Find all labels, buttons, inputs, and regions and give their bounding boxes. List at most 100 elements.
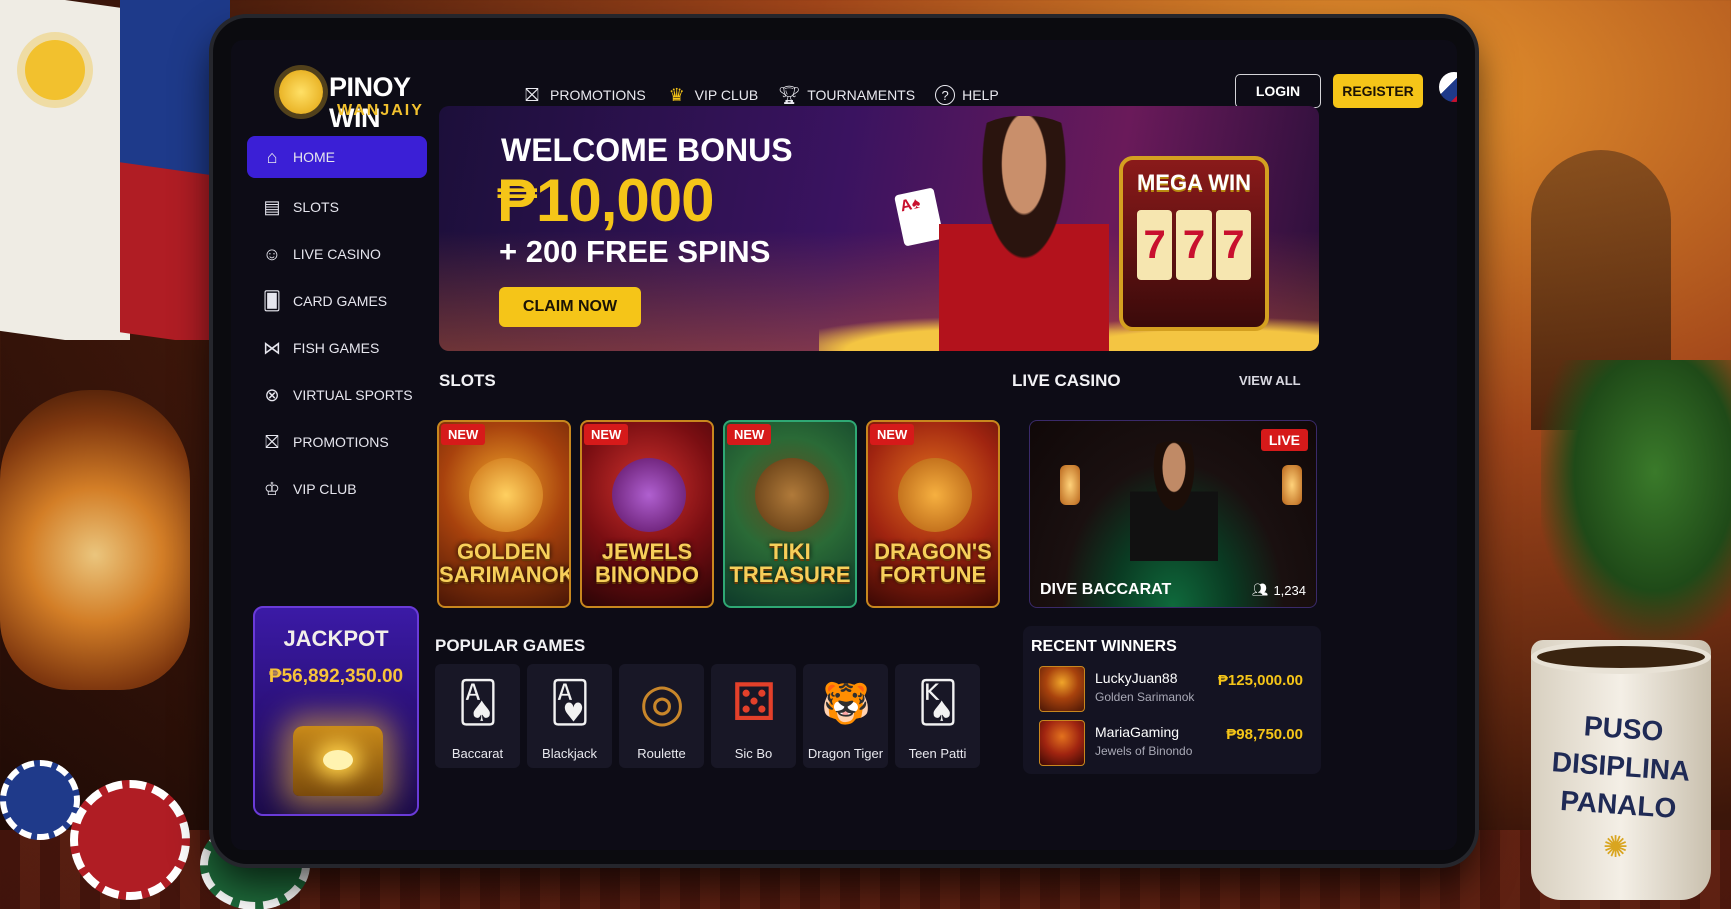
slot-card-golden-sarimanok[interactable]: NEW GOLDEN SARIMANOK — [437, 420, 571, 608]
banner-heading: WELCOME BONUS — [501, 132, 793, 168]
claim-now-button[interactable]: CLAIM NOW — [499, 287, 641, 327]
slot-name: DRAGON'S FORTUNE — [868, 540, 998, 586]
new-badge: NEW — [870, 424, 915, 445]
nav-tournaments[interactable]: 🏆︎ TOURNAMENTS — [778, 84, 915, 106]
winner-username: LuckyJuan88 — [1095, 670, 1178, 686]
sidebar-item-fish-games[interactable]: ⋈ FISH GAMES — [247, 325, 427, 371]
dealer-image — [1130, 441, 1218, 561]
slot-name-line1: JEWELS — [601, 539, 693, 564]
game-card-roulette[interactable]: ◎ Roulette — [619, 664, 704, 768]
sidebar: ⌂ HOME ▤ SLOTS ☺ LIVE CASINO 🂠 CARD GAME… — [247, 136, 427, 816]
winner-username: MariaGaming — [1095, 724, 1180, 740]
ball-icon: ⊗ — [264, 384, 280, 405]
winner-row[interactable]: LuckyJuan88 Golden Sarimanok ₱125,000.00 — [1039, 666, 1311, 714]
coffee-mug-decoration: PUSO DISIPLINA PANALO ✺ — [1531, 640, 1711, 900]
users-icon: 👥︎ — [1251, 582, 1269, 597]
slot-machine-image: MEGA WIN 7 7 7 — [1119, 156, 1269, 331]
slot-card-tiki-treasure[interactable]: NEW TIKI TREASURE — [723, 420, 857, 608]
slot-card-jewels-of-binondo[interactable]: NEW JEWELS BINONDO — [580, 420, 714, 608]
game-card-dragon-tiger[interactable]: 🐯 Dragon Tiger — [803, 664, 888, 768]
nav-vip-club[interactable]: ♛ VIP CLUB — [666, 84, 759, 106]
sidebar-item-card-games[interactable]: 🂠 CARD GAMES — [247, 278, 427, 324]
nav-help[interactable]: ? HELP — [935, 84, 999, 106]
sidebar-item-vip-club[interactable]: ♔ VIP CLUB — [247, 466, 427, 512]
game-card-sic-bo[interactable]: ⚄ Sic Bo — [711, 664, 796, 768]
trophy-icon: 🏆︎ — [777, 84, 801, 105]
slot-name-line1: TIKI — [769, 539, 811, 564]
logo[interactable]: PINOY WIN WANJAIY — [279, 70, 449, 133]
crown-icon: ♔ — [263, 478, 281, 499]
sidebar-item-promotions[interactable]: ⛝ PROMOTIONS — [247, 419, 427, 465]
live-casino-card[interactable]: LIVE DIVE BACCARAT 👥︎ 1,234 — [1029, 420, 1317, 608]
winner-row[interactable]: MariaGaming Jewels of Binondo ₱98,750.00 — [1039, 720, 1311, 768]
jackpot-amount: ₱56,892,350.00 — [268, 666, 404, 687]
philippine-flag-decoration — [0, 0, 230, 340]
crown-icon: ♛ — [668, 84, 685, 105]
view-all-link[interactable]: VIEW ALL — [1239, 373, 1301, 388]
slot-name-line2: BINONDO — [595, 562, 699, 587]
recent-winners-title: RECENT WINNERS — [1031, 638, 1177, 655]
philippines-flag-icon — [1439, 72, 1457, 102]
lamp-icon — [1282, 465, 1302, 505]
lantern-decoration — [0, 390, 190, 690]
game-card-baccarat[interactable]: 🂡 Baccarat — [435, 664, 520, 768]
new-badge: NEW — [727, 424, 772, 445]
welcome-bonus-banner[interactable]: WELCOME BONUS ₱10,000 + 200 FREE SPINS C… — [439, 106, 1319, 351]
nav-label: HELP — [962, 87, 999, 103]
mega-win-label: MEGA WIN — [1136, 170, 1252, 195]
player-count-value: 1,234 — [1273, 582, 1306, 598]
nav-promotions[interactable]: ⛝ PROMOTIONS — [521, 84, 646, 106]
hostess-image — [939, 116, 1109, 351]
register-button[interactable]: REGISTER — [1333, 74, 1423, 108]
live-badge: LIVE — [1260, 429, 1308, 451]
player-count: 👥︎ 1,234 — [1252, 582, 1306, 598]
home-icon: ⌂ — [266, 146, 278, 167]
sidebar-item-label: FISH GAMES — [293, 340, 380, 356]
sidebar-item-slots[interactable]: ▤ SLOTS — [247, 184, 427, 230]
game-label: Sic Bo — [734, 746, 773, 761]
nav-label: VIP CLUB — [694, 87, 759, 103]
banner-free-spins: + 200 FREE SPINS — [499, 234, 771, 269]
sidebar-item-virtual-sports[interactable]: ⊗ VIRTUAL SPORTS — [247, 372, 427, 418]
sidebar-item-label: VIRTUAL SPORTS — [293, 387, 413, 403]
slot-name: JEWELS BINONDO — [582, 540, 712, 586]
jackpot-panel[interactable]: JACKPOT ₱56,892,350.00 — [253, 606, 419, 816]
game-thumbnail — [1039, 666, 1085, 712]
live-casino-section-title: LIVE CASINO — [1012, 371, 1121, 390]
slots-grid: NEW GOLDEN SARIMANOK NEW JEWELS BINONDO … — [437, 420, 1000, 608]
language-selector[interactable]: EN ⌄ — [1439, 72, 1457, 102]
new-badge: NEW — [441, 424, 486, 445]
reel: 7 — [1176, 210, 1212, 280]
slot-name-line2: FORTUNE — [879, 562, 987, 587]
jewel-icon — [612, 458, 686, 532]
tiki-mask-icon — [755, 458, 829, 532]
sidebar-item-label: CARD GAMES — [293, 293, 388, 309]
new-badge: NEW — [584, 424, 629, 445]
banner-amount: ₱10,000 — [497, 167, 715, 234]
sidebar-item-label: VIP CLUB — [293, 481, 357, 497]
popular-games-row: 🂡 Baccarat 🂱 Blackjack ◎ Roulette ⚄ Sic … — [435, 664, 980, 768]
winner-amount: ₱125,000.00 — [1217, 672, 1303, 689]
game-label: Dragon Tiger — [807, 746, 884, 761]
slot-name: TIKI TREASURE — [725, 540, 855, 586]
game-label: Baccarat — [451, 746, 504, 761]
login-button[interactable]: LOGIN — [1235, 74, 1321, 108]
sidebar-item-live-casino[interactable]: ☺ LIVE CASINO — [247, 231, 427, 277]
reel: 7 — [1137, 210, 1173, 280]
game-label: Teen Patti — [908, 746, 967, 761]
game-card-teen-patti[interactable]: 🂮 Teen Patti — [895, 664, 980, 768]
cards-icon: 🂡 — [457, 681, 499, 725]
slot-name: GOLDEN SARIMANOK — [439, 540, 569, 586]
slot-name-line1: DRAGON'S — [874, 539, 992, 564]
slots-section-title: SLOTS — [439, 371, 496, 390]
dice-icon: ⚄ — [731, 674, 777, 732]
cards-icon: 🂱 — [549, 681, 591, 725]
sun-logo-icon — [279, 70, 323, 114]
plant-decoration — [1541, 360, 1731, 640]
sidebar-item-label: SLOTS — [293, 199, 339, 215]
game-thumbnail — [1039, 720, 1085, 766]
game-card-blackjack[interactable]: 🂱 Blackjack — [527, 664, 612, 768]
popular-games-section-title: POPULAR GAMES — [435, 636, 586, 655]
slot-card-dragons-fortune[interactable]: NEW DRAGON'S FORTUNE — [866, 420, 1000, 608]
sidebar-item-home[interactable]: ⌂ HOME — [247, 136, 427, 178]
